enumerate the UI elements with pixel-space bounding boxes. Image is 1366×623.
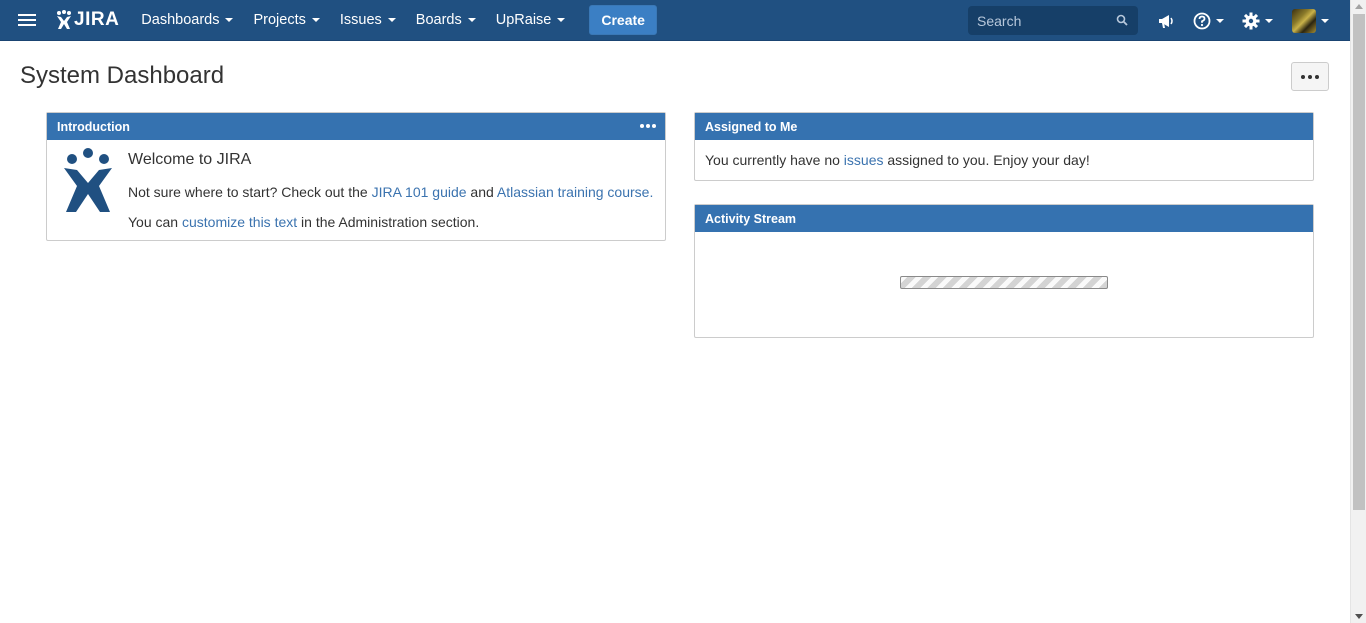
nav-upraise-label: UpRaise — [495, 12, 552, 28]
nav-issues-label: Issues — [339, 12, 382, 28]
caret-down-icon — [1321, 18, 1329, 23]
gadget-header[interactable]: Introduction — [47, 113, 665, 140]
loading-progress-bar — [900, 276, 1108, 289]
more-dot — [1308, 74, 1312, 79]
vertical-scrollbar[interactable] — [1350, 0, 1366, 623]
gadget-body: You currently have no issues assigned to… — [695, 140, 1313, 180]
assigned-prefix: You currently have no — [705, 152, 844, 168]
more-dot — [1301, 74, 1305, 79]
customize-text-link[interactable]: customize this text — [182, 214, 297, 230]
nav-projects-label: Projects — [253, 12, 306, 28]
main-nav: Dashboards Projects Issues Boards UpRais… — [131, 0, 575, 41]
intro-line-2: You can customize this text in the Admin… — [128, 214, 479, 230]
gear-icon — [1242, 12, 1260, 29]
scrollbar-thumb[interactable] — [1353, 14, 1365, 510]
search-input[interactable] — [977, 12, 1107, 29]
intro-line-1-and: and — [466, 184, 497, 200]
gadget-header[interactable]: Assigned to Me — [695, 113, 1313, 140]
search-icon[interactable] — [1116, 14, 1128, 26]
scroll-up-arrow-icon[interactable] — [1355, 4, 1363, 9]
avatar — [1292, 8, 1316, 33]
nav-projects[interactable]: Projects — [243, 0, 329, 41]
admin-menu[interactable] — [1242, 0, 1273, 41]
dashboard-tools-button[interactable] — [1291, 62, 1329, 91]
menu-dot — [640, 124, 644, 128]
jira-mascot-icon — [64, 148, 112, 212]
page-title: System Dashboard — [20, 62, 225, 89]
nav-upraise[interactable]: UpRaise — [486, 0, 576, 41]
intro-line-1-prefix: Not sure where to start? Check out the — [128, 184, 372, 200]
menu-dot — [652, 124, 656, 128]
help-menu[interactable] — [1193, 0, 1224, 41]
activity-stream-gadget: Activity Stream — [694, 204, 1314, 338]
menu-dot — [646, 124, 650, 128]
caret-down-icon — [467, 18, 476, 22]
gadget-header[interactable]: Activity Stream — [695, 205, 1313, 232]
nav-boards[interactable]: Boards — [406, 0, 486, 41]
caret-down-icon — [1216, 18, 1224, 23]
app-switcher-menu-icon[interactable] — [18, 14, 40, 26]
atlassian-training-link[interactable]: Atlassian training course. — [497, 184, 653, 200]
nav-dashboards-label: Dashboards — [141, 12, 220, 28]
gadget-title: Introduction — [57, 119, 130, 134]
caret-down-icon — [557, 18, 566, 22]
gadget-body: Welcome to JIRA Not sure where to start?… — [47, 140, 665, 240]
help-icon — [1193, 12, 1211, 29]
scroll-down-arrow-icon[interactable] — [1355, 614, 1363, 619]
caret-down-icon — [387, 18, 396, 22]
assigned-suffix: assigned to you. Enjoy your day! — [883, 152, 1090, 168]
caret-down-icon — [311, 18, 320, 22]
nav-dashboards[interactable]: Dashboards — [131, 0, 243, 41]
issues-link[interactable]: issues — [844, 152, 884, 168]
megaphone-icon — [1159, 14, 1173, 28]
quick-search — [968, 6, 1138, 35]
nav-issues[interactable]: Issues — [330, 0, 406, 41]
assigned-to-me-gadget: Assigned to Me You currently have no iss… — [694, 112, 1314, 181]
top-navigation-bar: JIRA Dashboards Projects Issues Boards U… — [0, 0, 1350, 41]
more-dot — [1315, 74, 1319, 79]
intro-line-2-suffix: in the Administration section. — [297, 214, 480, 230]
announcements-button[interactable] — [1157, 0, 1175, 41]
intro-line-1: Not sure where to start? Check out the J… — [128, 184, 653, 200]
gadget-title: Activity Stream — [705, 211, 797, 226]
gadget-title: Assigned to Me — [705, 119, 798, 134]
jira-logo[interactable]: JIRA — [56, 9, 119, 31]
gadget-menu-button[interactable] — [640, 124, 656, 128]
jira-101-guide-link[interactable]: JIRA 101 guide — [372, 184, 467, 200]
nav-boards-label: Boards — [415, 12, 462, 28]
caret-down-icon — [1265, 18, 1273, 23]
jira-logo-icon — [57, 10, 71, 29]
create-button[interactable]: Create — [589, 5, 657, 35]
introduction-gadget: Introduction Welcome to JIRA Not sure wh… — [46, 112, 666, 241]
logo-text: JIRA — [74, 9, 120, 30]
intro-line-2-prefix: You can — [128, 214, 182, 230]
welcome-heading: Welcome to JIRA — [128, 151, 252, 168]
user-profile-menu[interactable] — [1292, 0, 1329, 41]
caret-down-icon — [225, 18, 234, 22]
